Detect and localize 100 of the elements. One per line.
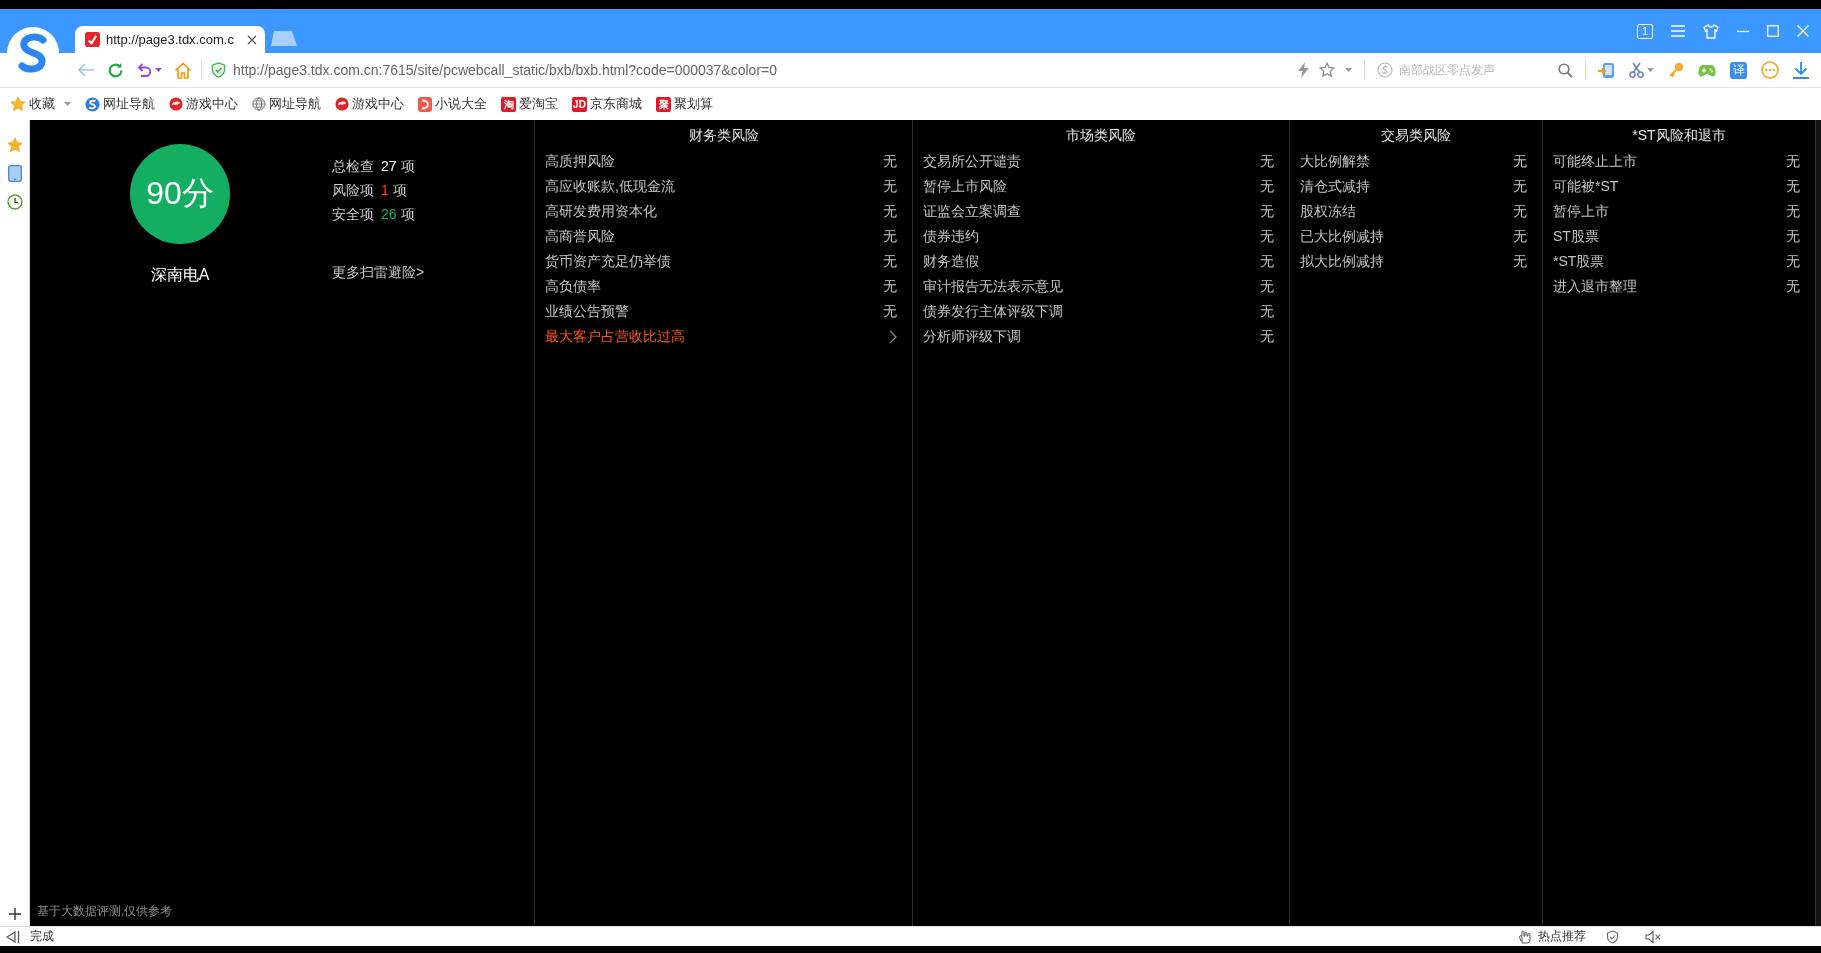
game-swirl-icon[interactable] xyxy=(335,97,349,111)
new-tab-icon[interactable] xyxy=(271,31,297,46)
key-icon[interactable] xyxy=(1668,62,1684,78)
risk-status: 无 xyxy=(883,252,897,271)
plus-icon[interactable] xyxy=(8,908,21,920)
column-header: 市场类风险 xyxy=(1065,126,1137,145)
star-icon[interactable] xyxy=(6,137,23,153)
risk-item-label: 分析师评级下调 xyxy=(923,327,1021,346)
risk-item-label: ST股票 xyxy=(1553,227,1599,246)
bookmark-link[interactable]: 聚 聚划算 xyxy=(656,95,713,113)
risk-status: 无 xyxy=(1513,152,1527,171)
risk-status: 无 xyxy=(1786,227,1800,246)
bookmark-link[interactable]: 小说大全 xyxy=(418,95,487,113)
bookmark-link[interactable]: 网址导航 xyxy=(252,95,321,113)
risk-status: 无 xyxy=(1786,252,1800,271)
hot-topics-link[interactable]: 热点推荐 xyxy=(1538,928,1586,945)
risk-status: 无 xyxy=(1786,152,1800,171)
risk-item-label[interactable]: 最大客户占营收比过高 xyxy=(545,327,685,346)
clock-icon[interactable] xyxy=(6,194,23,210)
close-icon[interactable] xyxy=(247,34,257,45)
stat-unit: 项 xyxy=(392,181,407,200)
risk-item-label: 高应收账款,低现金流 xyxy=(545,177,675,196)
caret-icon[interactable] xyxy=(1647,68,1654,72)
menu-icon[interactable] xyxy=(1671,25,1685,37)
risk-item-label: 可能被*ST xyxy=(1553,177,1619,196)
risk-item-label: 已大比例减持 xyxy=(1300,227,1384,246)
risk-item-label: 暂停上市风险 xyxy=(923,177,1007,196)
lightning-icon[interactable] xyxy=(1298,62,1309,78)
risk-item-label: 进入退市整理 xyxy=(1553,277,1637,296)
caret-icon[interactable] xyxy=(64,102,71,106)
caret-icon[interactable] xyxy=(1345,68,1352,72)
reload-icon[interactable] xyxy=(107,61,124,79)
risk-item-label: 交易所公开谴责 xyxy=(923,152,1021,171)
bookmark-logo: 淘 xyxy=(501,96,516,112)
stat-unit: 项 xyxy=(400,205,415,224)
phone-icon[interactable] xyxy=(1598,61,1615,79)
tablet-icon[interactable] xyxy=(7,165,22,182)
risk-item-label: 暂停上市 xyxy=(1553,202,1609,221)
home-icon[interactable] xyxy=(174,61,192,79)
risk-status: 无 xyxy=(1260,302,1274,321)
risk-item-label: 高质押风险 xyxy=(545,152,615,171)
risk-item-label: 高负债率 xyxy=(545,277,601,296)
bookmark-link[interactable]: JD 京东商城 xyxy=(572,95,642,113)
address-field[interactable]: http://page3.tdx.com.cn:7615/site/pcwebcall_static/bxb/bxb.html?code=000037&color=0 xyxy=(233,62,777,78)
risk-status: 无 xyxy=(1513,177,1527,196)
risk-item-label: 债券发行主体评级下调 xyxy=(923,302,1063,321)
bookmark-link[interactable]: 网址导航 xyxy=(85,95,155,113)
favicon-icon xyxy=(85,32,100,47)
risk-item-label: 债券违约 xyxy=(923,227,979,246)
hand-icon[interactable] xyxy=(1518,929,1532,944)
maximize-icon[interactable] xyxy=(1767,25,1779,37)
back-arrow-icon[interactable] xyxy=(77,62,95,78)
scissors-icon[interactable] xyxy=(1629,62,1644,78)
risk-status: 无 xyxy=(1513,252,1527,271)
sidebar-toggle-icon[interactable] xyxy=(6,930,20,943)
stat-count: 27 xyxy=(381,157,397,176)
download-icon[interactable] xyxy=(1793,61,1809,79)
risk-item-label: 可能终止上市 xyxy=(1553,152,1637,171)
browser-tab[interactable]: http://page3.tdx.com.c xyxy=(75,26,265,53)
swoosh-logo-icon[interactable] xyxy=(85,96,100,112)
chevron-icon[interactable] xyxy=(889,329,897,344)
risk-item-label: 清仓式减持 xyxy=(1300,177,1370,196)
stat-label: 风险项 xyxy=(332,181,374,200)
score-circle: 90分 xyxy=(130,144,230,244)
bookmark-link[interactable]: 收藏 xyxy=(10,95,71,113)
column-header: *ST风险和退市 xyxy=(1631,126,1727,145)
bookmark-link[interactable]: 游戏中心 xyxy=(169,95,238,113)
shield-icon xyxy=(211,62,226,78)
book-icon[interactable] xyxy=(418,96,432,112)
shirt-icon[interactable] xyxy=(1703,23,1719,39)
caret-icon[interactable] xyxy=(155,68,162,72)
stat-unit: 项 xyxy=(400,157,415,176)
risk-status: 无 xyxy=(1513,227,1527,246)
bookmark-link[interactable]: 游戏中心 xyxy=(335,95,404,113)
risk-status: 无 xyxy=(1260,327,1274,346)
game-swirl-icon[interactable] xyxy=(169,97,183,111)
risk-item-label: 高商誉风险 xyxy=(545,227,615,246)
shield-icon[interactable] xyxy=(1606,929,1619,944)
risk-status: 无 xyxy=(1786,202,1800,221)
star-icon[interactable] xyxy=(10,96,26,112)
stat-count: 1 xyxy=(381,181,389,200)
more-icon[interactable] xyxy=(1761,61,1779,79)
risk-status: 无 xyxy=(1786,277,1800,296)
mute-icon[interactable] xyxy=(1645,929,1661,944)
risk-item-label: 货币资产充足仍举债 xyxy=(545,252,671,271)
risk-status: 无 xyxy=(883,202,897,221)
bookmark-logo: 聚 xyxy=(656,96,671,112)
risk-status: 无 xyxy=(883,277,897,296)
globe-icon[interactable] xyxy=(252,97,266,111)
column-header: 财务类风险 xyxy=(687,126,760,145)
risk-item-label: 业绩公告预警 xyxy=(545,302,629,321)
risk-status: 无 xyxy=(883,152,897,171)
more-scan-link[interactable]: 更多扫雷避险> xyxy=(332,264,425,282)
search-icon[interactable] xyxy=(1558,62,1573,78)
disclaimer-note: 基于大数据评测,仅供参考 xyxy=(37,903,173,920)
gamepad-icon[interactable] xyxy=(1698,62,1716,78)
risk-status: 无 xyxy=(883,302,897,321)
star-outline-icon[interactable] xyxy=(1319,62,1335,78)
undo-icon[interactable] xyxy=(136,62,152,78)
bookmark-link[interactable]: 淘 爱淘宝 xyxy=(501,95,558,113)
